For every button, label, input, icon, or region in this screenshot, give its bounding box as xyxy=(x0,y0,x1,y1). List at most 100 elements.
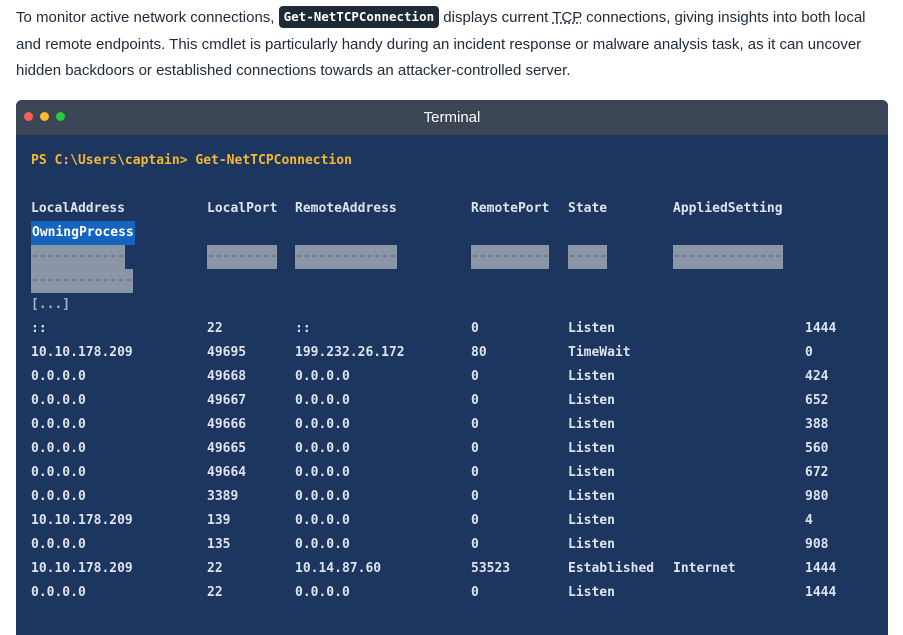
cell-local-address: 0.0.0.0 xyxy=(31,417,86,432)
separator-row-wrap: ------------- xyxy=(31,269,888,293)
cell-remote-port: 0 xyxy=(471,369,479,384)
table-row: 10.10.178.209 49695 199.232.26.172 80 TimeWa… xyxy=(31,341,888,365)
table-row: 0.0.0.0 49664 0.0.0.0 0 Listen 672 xyxy=(31,461,888,485)
table-row: 10.10.178.209 139 0.0.0.0 0 Listen 4 xyxy=(31,509,888,533)
cell-local-port: 49664 xyxy=(207,465,247,480)
cell-local-port: 139 xyxy=(207,513,231,528)
cell-remote-port: 0 xyxy=(471,417,479,432)
cell-owning-process: 980 xyxy=(805,489,829,504)
table-row: 0.0.0.0 49666 0.0.0.0 0 Listen 388 xyxy=(31,413,888,437)
cell-local-port: 49668 xyxy=(207,369,247,384)
cell-local-address: 0.0.0.0 xyxy=(31,441,86,456)
cell-local-address: 10.10.178.209 xyxy=(31,561,133,576)
cell-local-address: 10.10.178.209 xyxy=(31,513,133,528)
cell-remote-address: 199.232.26.172 xyxy=(295,345,405,360)
terminal-body: PS C:\Users\captain> Get-NetTCPConnectio… xyxy=(16,135,888,635)
cell-state: Listen xyxy=(568,537,615,552)
terminal-titlebar: Terminal xyxy=(16,100,888,135)
cell-local-port: 135 xyxy=(207,537,231,552)
cell-remote-port: 53523 xyxy=(471,561,511,576)
cell-applied-setting: Internet xyxy=(673,561,736,576)
prompt: PS C:\Users\captain> xyxy=(31,153,188,168)
cell-remote-address: 0.0.0.0 xyxy=(295,489,350,504)
cell-local-address: 10.10.178.209 xyxy=(31,345,133,360)
cell-local-port: 49665 xyxy=(207,441,247,456)
separator-local-address: ------------ xyxy=(31,245,125,269)
table-row: 0.0.0.0 135 0.0.0.0 0 Listen 908 xyxy=(31,533,888,557)
header-local-port: LocalPort xyxy=(207,201,278,216)
cell-remote-address: 0.0.0.0 xyxy=(295,513,350,528)
separator-remote-address: ------------- xyxy=(295,245,397,269)
cell-remote-port: 80 xyxy=(471,345,487,360)
table-row: :: 22:: 0 Listen 1444 xyxy=(31,317,888,341)
cell-remote-port: 0 xyxy=(471,537,479,552)
inline-code: Get-NetTCPConnection xyxy=(278,6,440,28)
separator-local-port: --------- xyxy=(207,245,278,269)
separator-remote-port: ---------- xyxy=(471,245,550,269)
cell-local-address: 0.0.0.0 xyxy=(31,585,86,600)
cell-local-address: 0.0.0.0 xyxy=(31,489,86,504)
cell-remote-address: 0.0.0.0 xyxy=(295,537,350,552)
cell-owning-process: 1444 xyxy=(805,561,837,576)
cell-remote-port: 0 xyxy=(471,585,479,600)
intro-paragraph: To monitor active network connections, G… xyxy=(16,5,888,85)
cell-local-port: 49666 xyxy=(207,417,247,432)
cell-remote-address: 0.0.0.0 xyxy=(295,393,350,408)
cell-state: Listen xyxy=(568,585,615,600)
cell-remote-port: 0 xyxy=(471,321,479,336)
cell-local-port: 22 xyxy=(207,321,223,336)
cell-owning-process: 4 xyxy=(805,513,813,528)
cell-owning-process: 560 xyxy=(805,441,829,456)
cell-local-address: 0.0.0.0 xyxy=(31,393,86,408)
cell-owning-process: 1444 xyxy=(805,585,837,600)
cell-owning-process: 424 xyxy=(805,369,829,384)
cell-state: Listen xyxy=(568,321,615,336)
cell-state: Listen xyxy=(568,417,615,432)
cell-local-port: 22 xyxy=(207,585,223,600)
cell-remote-port: 0 xyxy=(471,393,479,408)
cell-state: Listen xyxy=(568,393,615,408)
separator-applied-setting: -------------- xyxy=(673,245,783,269)
cell-remote-port: 0 xyxy=(471,465,479,480)
command: Get-NetTCPConnection xyxy=(195,153,352,168)
cell-local-port: 3389 xyxy=(207,489,239,504)
cell-local-address: :: xyxy=(31,321,47,336)
cell-remote-address: 10.14.87.60 xyxy=(295,561,382,576)
table-row: 0.0.0.0 49668 0.0.0.0 0 Listen 424 xyxy=(31,365,888,389)
cell-owning-process: 388 xyxy=(805,417,829,432)
header-row: LocalAddress LocalPort RemoteAddress Rem… xyxy=(31,197,888,221)
cell-state: Established xyxy=(568,561,655,576)
cell-owning-process: 652 xyxy=(805,393,829,408)
cell-local-address: 0.0.0.0 xyxy=(31,369,86,384)
header-owning-process: OwningProcess xyxy=(31,221,135,245)
cell-remote-address: 0.0.0.0 xyxy=(295,585,350,600)
terminal-title: Terminal xyxy=(423,109,481,126)
cell-owning-process: 908 xyxy=(805,537,829,552)
cell-remote-address: 0.0.0.0 xyxy=(295,465,350,480)
cell-remote-address: 0.0.0.0 xyxy=(295,369,350,384)
cell-owning-process: 0 xyxy=(805,345,813,360)
terminal-window: Terminal PS C:\Users\captain> Get-NetTCP… xyxy=(16,100,888,635)
cell-state: TimeWait xyxy=(568,345,631,360)
cell-state: Listen xyxy=(568,369,615,384)
separator-row: ------------ --------- ------------- ---… xyxy=(31,245,888,269)
table-row: 0.0.0.0 3389 0.0.0.0 0 Listen 980 xyxy=(31,485,888,509)
table-row: 0.0.0.0 49665 0.0.0.0 0 Listen 560 xyxy=(31,437,888,461)
cell-remote-port: 0 xyxy=(471,489,479,504)
cell-local-address: 0.0.0.0 xyxy=(31,537,86,552)
table-row: 10.10.178.209 22 10.14.87.60 53523 Establish… xyxy=(31,557,888,581)
cell-local-address: 0.0.0.0 xyxy=(31,465,86,480)
cell-owning-process: 1444 xyxy=(805,321,837,336)
cell-state: Listen xyxy=(568,465,615,480)
cell-owning-process: 672 xyxy=(805,465,829,480)
header-remote-port: RemotePort xyxy=(471,201,550,216)
header-remote-address: RemoteAddress xyxy=(295,201,397,216)
header-row-wrap: OwningProcess xyxy=(31,221,888,245)
cell-remote-address: 0.0.0.0 xyxy=(295,441,350,456)
intro-text-2: displays current xyxy=(439,9,553,26)
table-row: 0.0.0.0 49667 0.0.0.0 0 Listen 652 xyxy=(31,389,888,413)
header-state: State xyxy=(568,201,608,216)
header-applied-setting: AppliedSetting xyxy=(673,201,783,216)
cell-remote-address: 0.0.0.0 xyxy=(295,417,350,432)
table-row: 0.0.0.0 22 0.0.0.0 0 Listen 1444 xyxy=(31,581,888,605)
